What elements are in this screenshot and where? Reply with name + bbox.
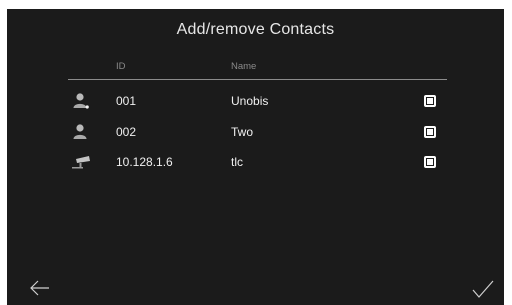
column-header-name: Name — [231, 61, 257, 72]
contact-checkbox[interactable] — [424, 95, 436, 107]
contact-id: 001 — [116, 94, 137, 108]
contact-row[interactable]: 001 Unobis — [7, 90, 504, 114]
contact-row[interactable]: 002 Two — [7, 121, 504, 145]
back-button[interactable] — [29, 279, 51, 297]
contact-name: tlc — [231, 155, 243, 169]
camera-icon — [71, 153, 91, 171]
column-header-id: ID — [116, 61, 126, 72]
arrow-left-icon — [30, 280, 49, 296]
confirm-button[interactable] — [471, 279, 495, 299]
contact-row[interactable]: 10.128.1.6 tlc — [7, 151, 504, 175]
page-title: Add/remove Contacts — [176, 21, 335, 38]
user-icon — [71, 123, 91, 141]
user-icon — [71, 92, 91, 110]
contact-name: Unobis — [231, 94, 269, 108]
header-divider — [68, 79, 447, 80]
contact-checkbox[interactable] — [424, 156, 436, 168]
checkmark-icon — [472, 280, 494, 298]
contacts-screen: Add/remove Contacts ID Name 001 Unobis 0… — [7, 9, 504, 305]
contact-checkbox[interactable] — [424, 126, 436, 138]
contact-name: Two — [231, 125, 254, 139]
contact-id: 002 — [116, 125, 137, 139]
contact-id: 10.128.1.6 — [116, 155, 173, 169]
